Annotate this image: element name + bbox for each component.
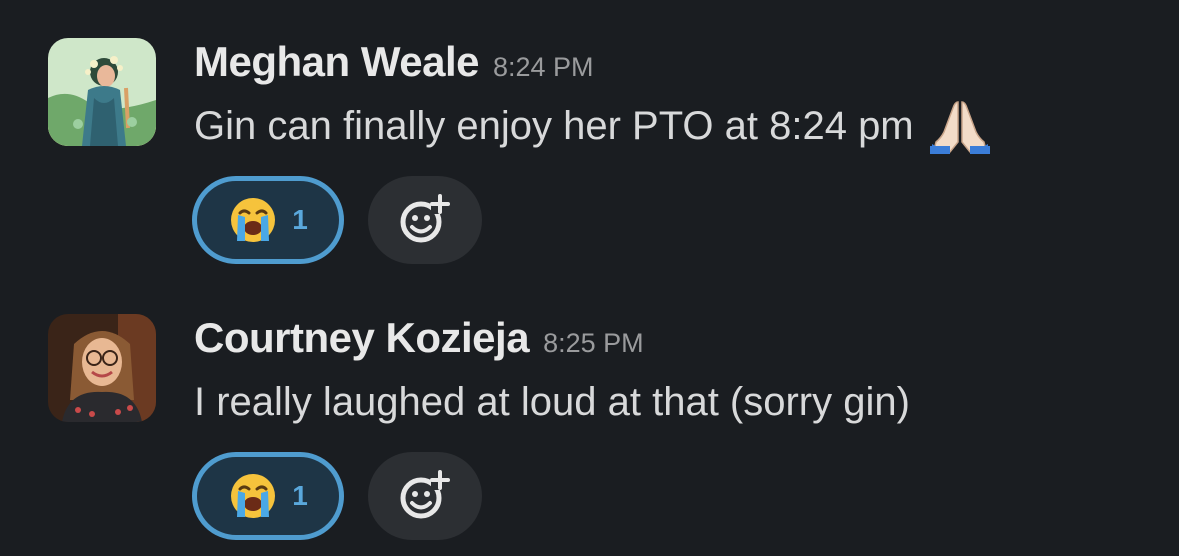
reaction-bar: 1 [192, 176, 482, 264]
message-content: Courtney Kozieja 8:25 PM I really laughe… [194, 314, 1144, 428]
avatar[interactable] [48, 314, 156, 422]
author-name[interactable]: Meghan Weale [194, 38, 479, 86]
avatar-illustration-icon [48, 38, 156, 146]
reaction-button[interactable]: 1 [192, 452, 344, 540]
author-name[interactable]: Courtney Kozieja [194, 314, 530, 362]
add-reaction-icon [400, 194, 450, 243]
add-reaction-icon [400, 470, 450, 519]
message-text: I really laughed at loud at that (sorry … [194, 376, 1144, 428]
avatar-photo-icon [48, 314, 156, 422]
message-text: Gin can finally enjoy her PTO at 8:24 pm [194, 98, 1144, 154]
reaction-count: 1 [292, 480, 308, 511]
message-header: Meghan Weale 8:24 PM [194, 38, 1144, 98]
loudly-crying-face-icon [228, 195, 278, 245]
avatar[interactable] [48, 38, 156, 146]
add-reaction-button[interactable] [368, 176, 482, 264]
add-reaction-button[interactable] [368, 452, 482, 540]
timestamp[interactable]: 8:25 PM [543, 328, 644, 359]
reaction-count: 1 [292, 204, 308, 235]
message-content: Meghan Weale 8:24 PM Gin can finally enj… [194, 38, 1144, 154]
message-header: Courtney Kozieja 8:25 PM [194, 314, 1144, 374]
reaction-bar: 1 [192, 452, 482, 540]
message-body: Gin can finally enjoy her PTO at 8:24 pm [194, 103, 914, 148]
reaction-button[interactable]: 1 [192, 176, 344, 264]
folded-hands-icon [928, 98, 992, 154]
message-body: I really laughed at loud at that (sorry … [194, 379, 910, 424]
loudly-crying-face-icon [228, 471, 278, 521]
timestamp[interactable]: 8:24 PM [493, 52, 594, 83]
